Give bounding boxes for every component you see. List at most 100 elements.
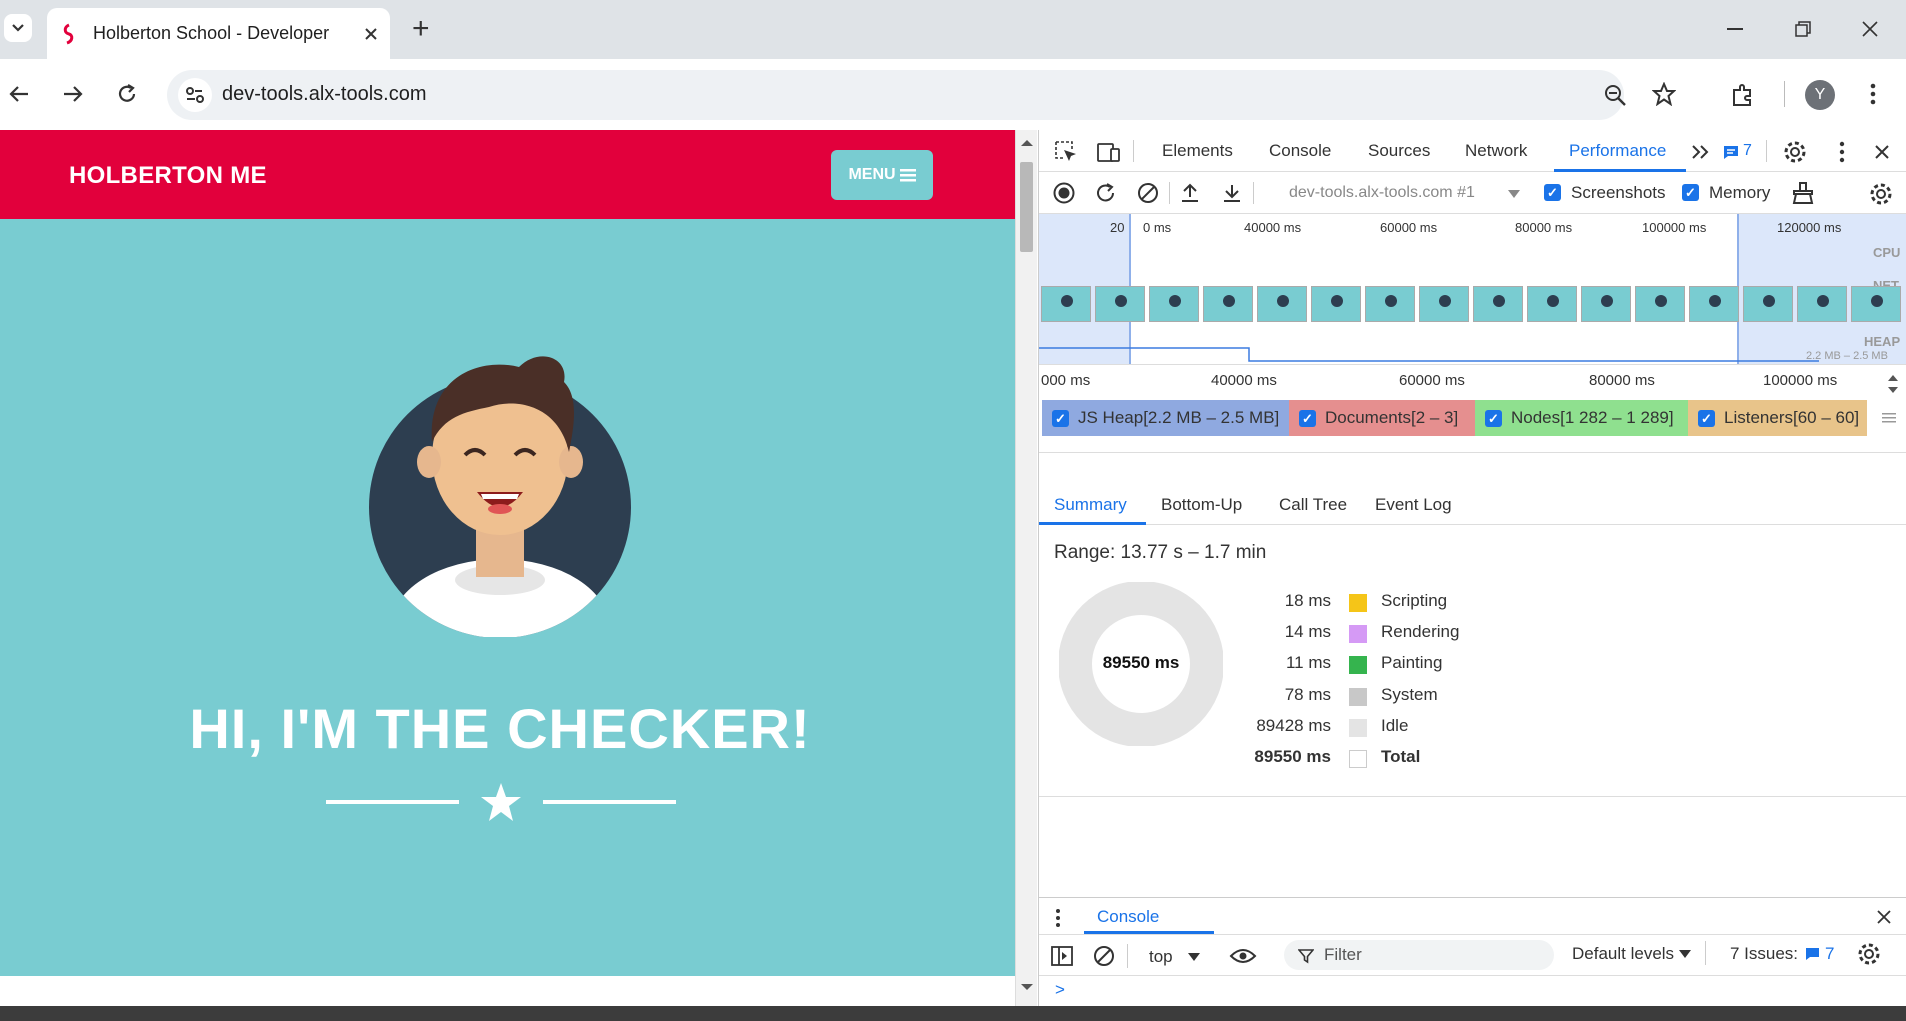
summary-value: 14 ms [1284, 622, 1331, 641]
bookmark-star-icon[interactable] [1652, 82, 1676, 106]
page-scrollbar[interactable] [1015, 130, 1037, 1006]
upload-icon[interactable] [1179, 182, 1201, 204]
device-toolbar-icon[interactable] [1097, 141, 1121, 163]
total-swatch [1349, 750, 1367, 768]
system-swatch [1349, 688, 1367, 706]
tab-elements[interactable]: Elements [1162, 141, 1233, 161]
sidebar-toggle-icon[interactable] [1051, 946, 1073, 966]
nodes-checkbox[interactable]: ✓ [1485, 409, 1502, 427]
url-text[interactable]: dev-tools.alx-tools.com [222, 83, 427, 106]
log-levels-select[interactable]: Default levels [1572, 944, 1674, 964]
forward-icon[interactable] [62, 84, 84, 104]
zoom-icon[interactable] [1604, 84, 1626, 106]
live-expression-eye-icon[interactable] [1229, 947, 1257, 965]
capture-settings-icon[interactable] [1869, 182, 1893, 206]
levels-dropdown-icon[interactable] [1679, 950, 1691, 958]
tab-search-button[interactable] [4, 14, 32, 42]
download-icon[interactable] [1221, 182, 1243, 204]
tab-bottom-up[interactable]: Bottom-Up [1161, 495, 1242, 515]
console-issues-count[interactable]: 7 [1825, 944, 1834, 964]
settings-gear-icon[interactable] [1783, 140, 1807, 164]
web-page: HOLBERTON ME MENU HI, I'M THE CHECKER! [0, 130, 1015, 976]
listeners-checkbox[interactable]: ✓ [1698, 409, 1715, 427]
ruler-tick: 100000 ms [1763, 372, 1838, 389]
profile-avatar[interactable]: Y [1805, 80, 1835, 110]
extensions-icon[interactable] [1730, 82, 1756, 108]
context-select[interactable]: top [1149, 947, 1173, 967]
summary-label: Painting [1381, 653, 1443, 672]
tab-call-tree[interactable]: Call Tree [1279, 495, 1347, 515]
close-window-icon[interactable] [1862, 21, 1878, 37]
browser-tab[interactable]: Holberton School - Developer t [47, 8, 390, 59]
scripting-swatch [1349, 594, 1367, 612]
console-settings-icon[interactable] [1857, 942, 1881, 966]
dropdown-arrow-icon[interactable] [1508, 190, 1520, 198]
timeline-overview[interactable]: 20 0 ms 40000 ms 60000 ms 80000 ms 10000… [1039, 214, 1906, 379]
thumbnail-avatar [1817, 295, 1829, 307]
tab-event-log[interactable]: Event Log [1375, 495, 1452, 515]
site-brand[interactable]: HOLBERTON ME [69, 162, 267, 190]
issues-icon[interactable] [1723, 145, 1739, 160]
legend-nodes[interactable]: ✓ Nodes[1 282 – 1 289] [1475, 400, 1688, 436]
drag-handle-icon[interactable] [1882, 412, 1896, 424]
legend-listeners[interactable]: ✓ Listeners[60 – 60] [1688, 400, 1867, 436]
browser-menu-icon[interactable] [1870, 82, 1876, 106]
close-tab-icon[interactable] [364, 27, 378, 41]
thumbnail-avatar [1493, 295, 1505, 307]
scroll-down-icon[interactable] [1016, 980, 1038, 996]
devtools-menu-icon[interactable] [1839, 141, 1845, 163]
tab-console[interactable]: Console [1269, 141, 1331, 161]
more-tabs-icon[interactable] [1691, 144, 1711, 160]
console-prompt[interactable]: > [1055, 980, 1065, 1000]
site-info-button[interactable] [178, 78, 212, 112]
drawer-menu-icon[interactable] [1055, 908, 1061, 928]
back-icon[interactable] [8, 84, 30, 104]
clear-console-icon[interactable] [1093, 945, 1115, 967]
summary-value: 89428 ms [1256, 716, 1331, 735]
close-drawer-icon[interactable] [1877, 910, 1891, 924]
thumbnail-avatar [1223, 295, 1235, 307]
summary-value: 78 ms [1284, 685, 1331, 704]
inspect-element-icon[interactable] [1055, 141, 1077, 163]
reload-record-icon[interactable] [1095, 182, 1117, 204]
menu-button[interactable]: MENU [831, 150, 933, 200]
recording-select[interactable]: dev-tools.alx-tools.com #1 [1289, 184, 1475, 202]
drawer-tab-console[interactable]: Console [1097, 907, 1159, 927]
record-icon[interactable] [1053, 182, 1075, 204]
screenshots-checkbox[interactable]: ✓ [1544, 184, 1561, 201]
memory-checkbox[interactable]: ✓ [1682, 184, 1699, 201]
filter-icon [1298, 949, 1314, 964]
documents-checkbox[interactable]: ✓ [1299, 409, 1316, 427]
tab-performance[interactable]: Performance [1569, 141, 1666, 161]
screenshots-label[interactable]: Screenshots [1571, 183, 1666, 203]
context-dropdown-icon[interactable] [1188, 953, 1200, 961]
tab-summary[interactable]: Summary [1054, 495, 1127, 515]
ruler-scroll-icon[interactable] [1887, 372, 1899, 396]
legend-js-heap[interactable]: ✓ JS Heap[2.2 MB – 2.5 MB] [1042, 400, 1289, 436]
toolbar-divider [1784, 81, 1785, 107]
console-filter-field[interactable]: Filter [1284, 940, 1554, 970]
close-devtools-icon[interactable] [1874, 144, 1890, 160]
memory-label[interactable]: Memory [1709, 183, 1770, 203]
tab-title: Holberton School - Developer t [93, 23, 333, 43]
console-issues-icon[interactable] [1805, 947, 1820, 961]
garbage-collect-icon[interactable] [1791, 181, 1815, 205]
legend-documents[interactable]: ✓ Documents[2 – 3] [1289, 400, 1475, 436]
scroll-up-icon[interactable] [1016, 136, 1038, 152]
details-tab-bar: Summary Bottom-Up Call Tree Event Log [1039, 485, 1906, 525]
legend-label: Documents[2 – 3] [1325, 408, 1459, 427]
restore-icon[interactable] [1795, 21, 1811, 37]
tab-network[interactable]: Network [1465, 141, 1527, 161]
issues-label[interactable]: 7 Issues: [1730, 944, 1798, 964]
scrollbar-thumb[interactable] [1020, 162, 1033, 252]
tab-sources[interactable]: Sources [1368, 141, 1430, 161]
new-tab-button[interactable]: + [412, 12, 430, 46]
issues-count[interactable]: 7 [1743, 142, 1752, 160]
summary-label: Rendering [1381, 622, 1460, 641]
divider-star-icon [481, 783, 521, 821]
js-heap-checkbox[interactable]: ✓ [1052, 409, 1069, 427]
clear-icon[interactable] [1137, 182, 1159, 204]
thumbnail-avatar [1169, 295, 1181, 307]
reload-icon[interactable] [116, 83, 138, 105]
minimize-icon[interactable] [1727, 28, 1743, 30]
